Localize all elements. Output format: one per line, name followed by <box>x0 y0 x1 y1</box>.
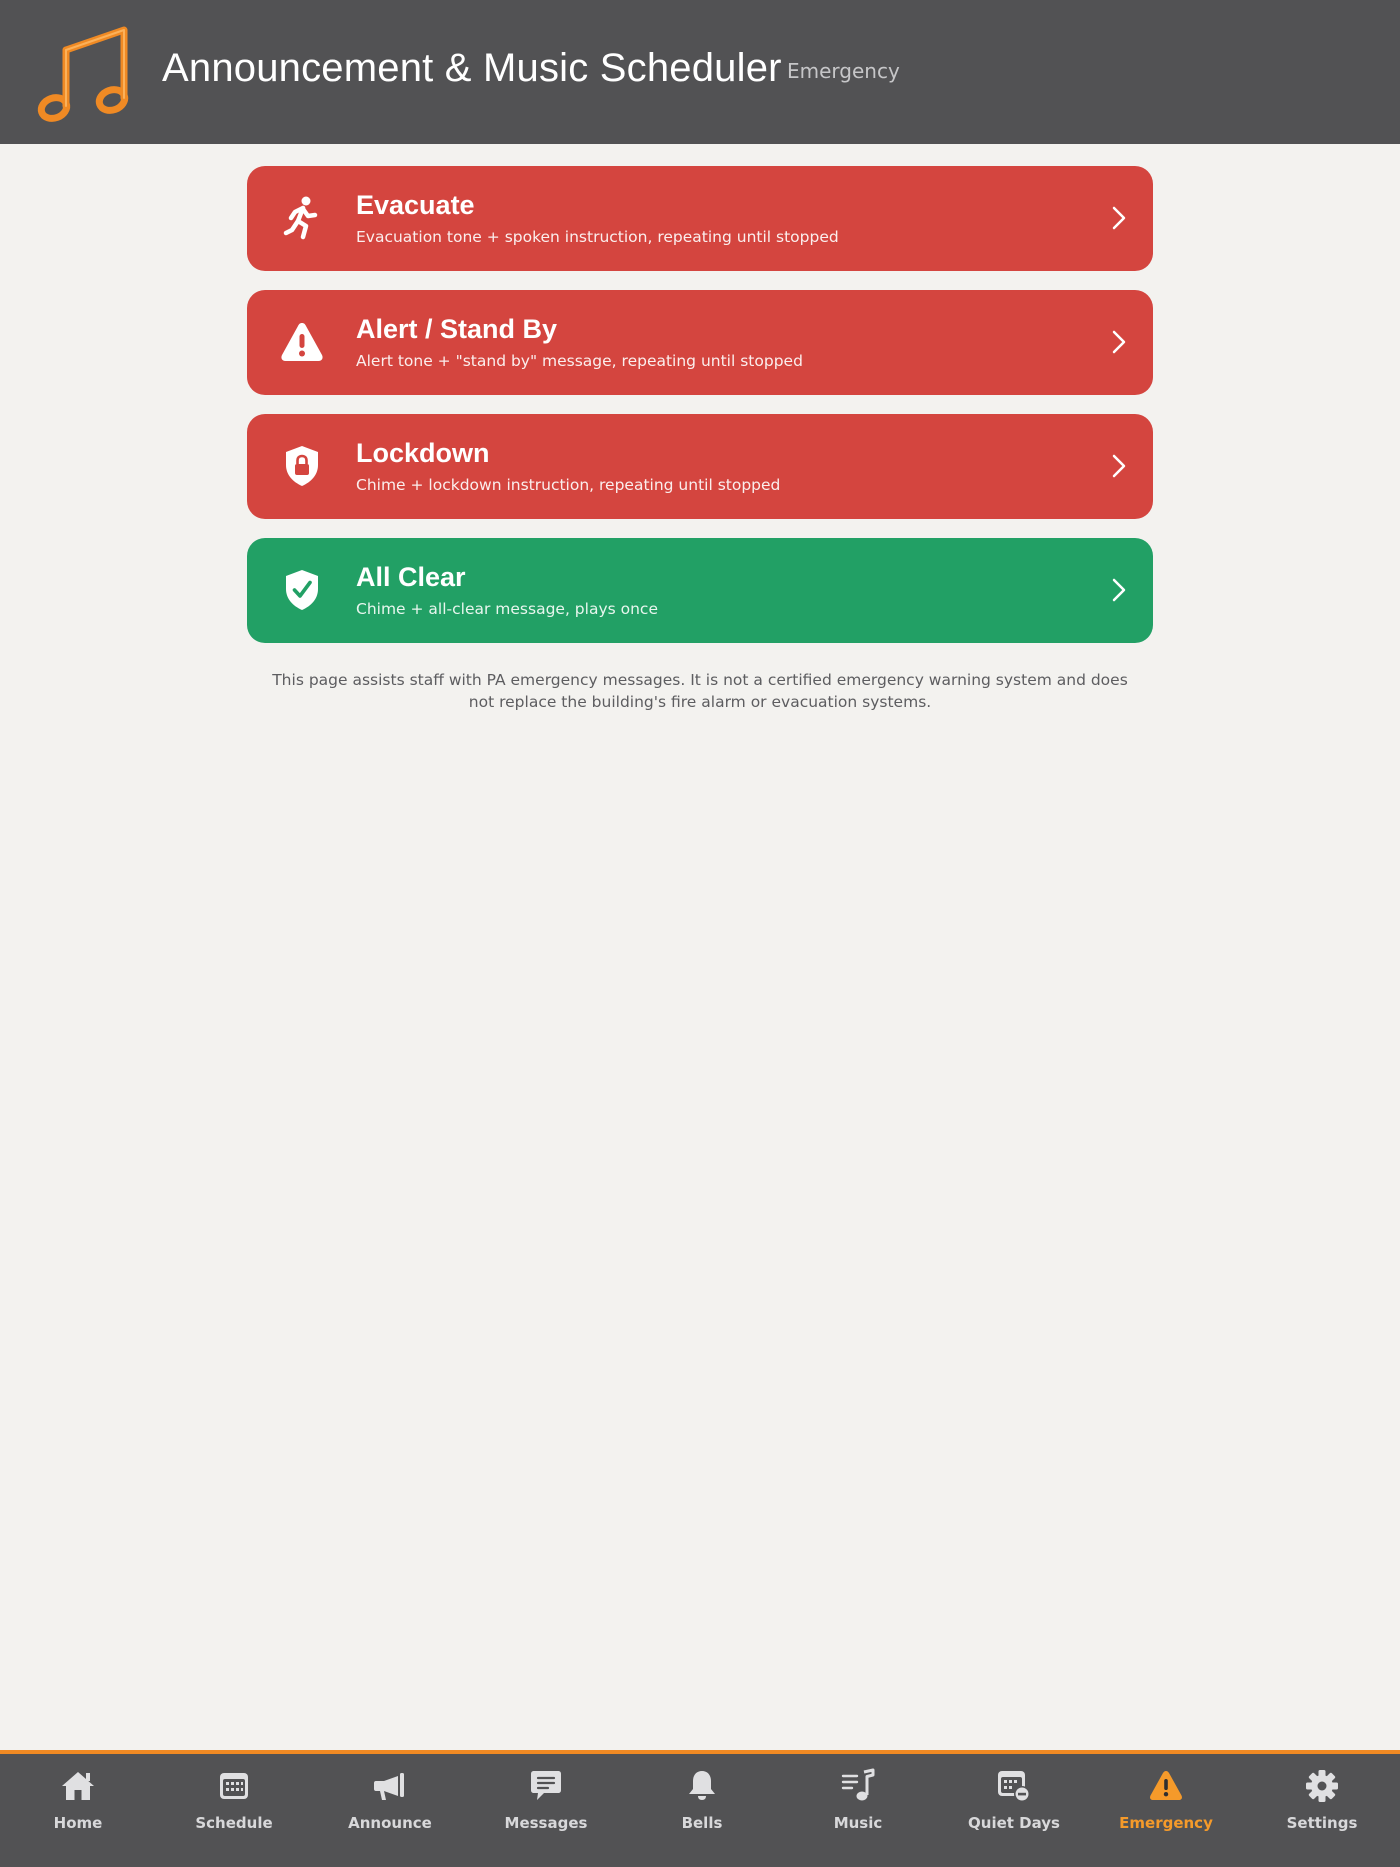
card-subtitle: Alert tone + "stand by" message, repeati… <box>356 352 803 370</box>
tab-label: Quiet Days <box>968 1814 1060 1832</box>
music-list-icon <box>841 1768 875 1801</box>
home-icon <box>62 1772 94 1800</box>
evacuate-button[interactable]: Evacuate Evacuation tone + spoken instru… <box>247 166 1153 271</box>
bell-icon <box>689 1771 715 1800</box>
calendar-icon <box>220 1773 248 1799</box>
tab-emergency[interactable]: Emergency <box>1088 1754 1244 1867</box>
tab-quiet-days[interactable]: Quiet Days <box>936 1754 1092 1867</box>
card-subtitle: Evacuation tone + spoken instruction, re… <box>356 228 839 246</box>
card-subtitle: Chime + lockdown instruction, repeating … <box>356 476 781 494</box>
app-header: Announcement & Music Scheduler Emergency <box>0 0 1400 144</box>
card-title: Lockdown <box>356 438 490 468</box>
lockdown-button[interactable]: Lockdown Chime + lockdown instruction, r… <box>247 414 1153 519</box>
running-person-icon <box>283 196 318 240</box>
tab-messages[interactable]: Messages <box>468 1754 624 1867</box>
chevron-right-icon <box>1112 454 1126 478</box>
tab-label: Bells <box>681 1814 723 1832</box>
tab-music[interactable]: Music <box>780 1754 936 1867</box>
gear-icon <box>1306 1770 1338 1802</box>
all-clear-button[interactable]: All Clear Chime + all-clear message, pla… <box>247 538 1153 643</box>
tab-schedule[interactable]: Schedule <box>156 1754 312 1867</box>
tab-home[interactable]: Home <box>0 1754 156 1867</box>
tab-label: Home <box>53 1814 103 1832</box>
tab-label: Settings <box>1286 1814 1358 1832</box>
bottom-tab-bar: Home Schedule Announce Messages Bells Mu… <box>0 1750 1400 1867</box>
card-title: Evacuate <box>356 190 475 220</box>
chevron-right-icon <box>1112 578 1126 602</box>
calendar-minus-icon <box>998 1771 1030 1802</box>
disclaimer-text: This page assists staff with PA emergenc… <box>272 671 1128 711</box>
alert-stand-by-button[interactable]: Alert / Stand By Alert tone + "stand by"… <box>247 290 1153 395</box>
app-title: Announcement & Music Scheduler <box>162 46 782 90</box>
tab-label: Announce <box>348 1814 432 1832</box>
shield-lock-icon <box>286 446 318 486</box>
tab-label: Emergency <box>1119 1814 1213 1832</box>
tab-settings[interactable]: Settings <box>1244 1754 1400 1867</box>
chevron-right-icon <box>1112 330 1126 354</box>
page-title: Emergency <box>787 59 900 83</box>
card-title: Alert / Stand By <box>356 314 558 344</box>
tab-label: Schedule <box>195 1814 273 1832</box>
tab-bells[interactable]: Bells <box>624 1754 780 1867</box>
card-title: All Clear <box>356 562 466 592</box>
chevron-right-icon <box>1112 206 1126 230</box>
shield-check-icon <box>286 570 318 610</box>
warning-triangle-icon <box>281 323 323 361</box>
tab-label: Music <box>833 1814 883 1832</box>
warning-triangle-icon <box>1150 1771 1182 1800</box>
tab-announce[interactable]: Announce <box>312 1754 468 1867</box>
chat-bubble-icon <box>531 1771 561 1800</box>
emergency-action-list: Evacuate Evacuation tone + spoken instru… <box>247 166 1153 662</box>
card-subtitle: Chime + all-clear message, plays once <box>356 600 658 618</box>
music-note-icon <box>37 26 129 122</box>
tab-label: Messages <box>504 1814 588 1832</box>
megaphone-icon <box>374 1773 404 1800</box>
